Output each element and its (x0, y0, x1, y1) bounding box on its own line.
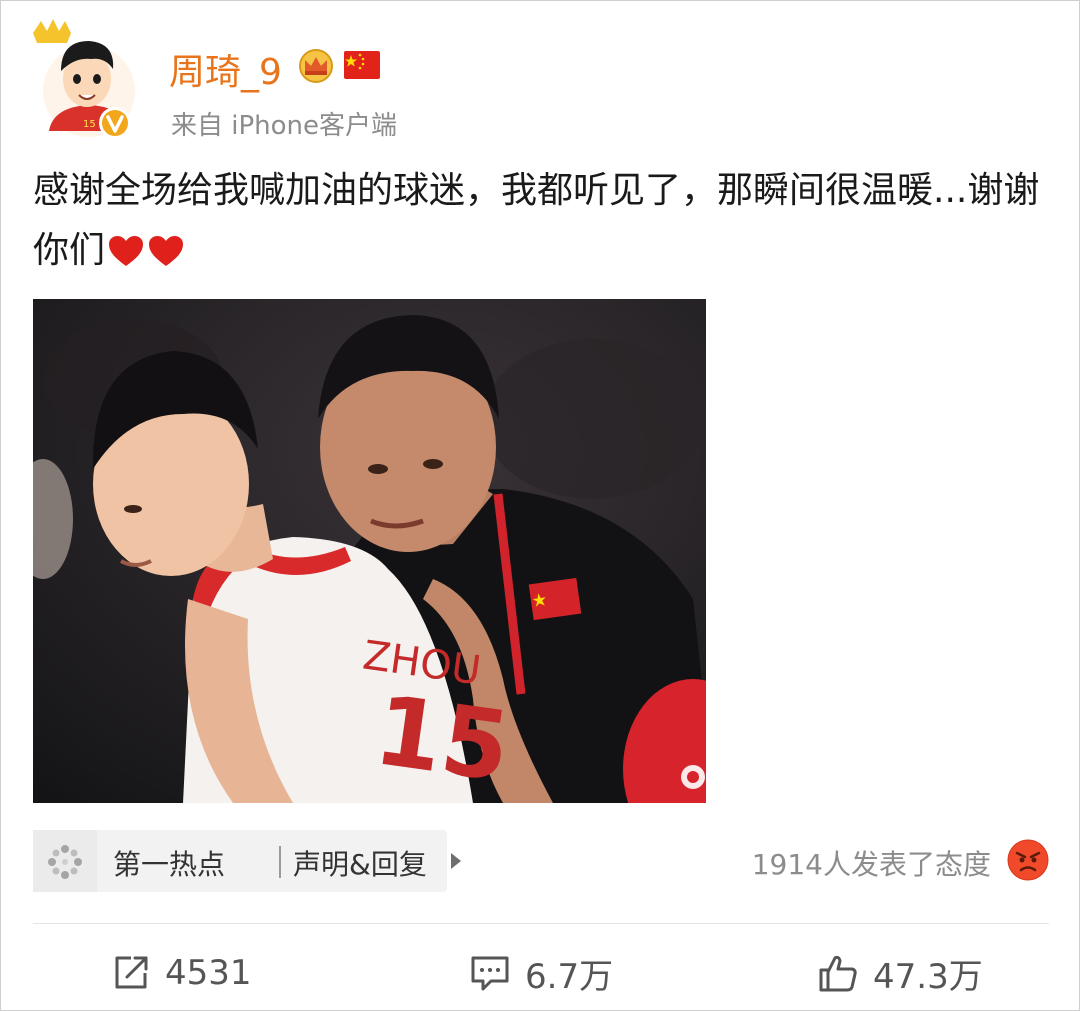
post-source: 来自 iPhone客户端 (171, 111, 398, 141)
topic-icon-box (33, 830, 97, 892)
avatar[interactable]: 15 (31, 19, 141, 139)
topic-label[interactable]: 第一热点 (113, 843, 225, 883)
svg-text:15: 15 (83, 119, 96, 130)
reaction-summary[interactable]: 1914人发表了态度 (752, 843, 991, 883)
comment-count: 6.7万 (525, 956, 614, 997)
repost-icon (115, 956, 148, 989)
verified-v-icon (99, 107, 131, 139)
like-button[interactable]: 47.3万 (817, 947, 983, 999)
heart-emoji-icon (149, 236, 184, 266)
china-flag-icon (344, 51, 380, 79)
topic-divider (279, 846, 281, 878)
comment-button[interactable]: 6.7万 (469, 947, 613, 999)
heart-emoji-icon (109, 236, 144, 266)
topic-link-label[interactable]: 声明&回复 (293, 843, 427, 883)
crown-badge-icon[interactable] (296, 48, 336, 84)
thumbs-up-icon (819, 955, 857, 992)
comment-icon (471, 956, 509, 991)
topic-bar[interactable]: 第一热点 声明&回复 (33, 830, 461, 892)
avatar-crown-icon (33, 19, 71, 43)
divider (33, 923, 1049, 924)
weibo-post-card: 15 周琦_9 来自 iPhone客户端 感谢全场给我喊加油的球迷，我都听见了，… (0, 0, 1080, 1011)
svg-text:15: 15 (368, 674, 516, 803)
angry-emoji-icon[interactable] (1007, 839, 1049, 881)
post-photo[interactable]: ZHOU 15 (33, 299, 706, 803)
hotspot-icon (48, 845, 82, 879)
repost-count: 4531 (165, 953, 252, 993)
repost-button[interactable]: 4531 (111, 947, 252, 999)
chevron-right-icon (451, 853, 461, 869)
like-count: 47.3万 (873, 956, 983, 997)
username[interactable]: 周琦_9 (169, 43, 282, 95)
post-text: 感谢全场给我喊加油的球迷，我都听见了，那瞬间很温暖...谢谢你们 (33, 161, 1043, 281)
